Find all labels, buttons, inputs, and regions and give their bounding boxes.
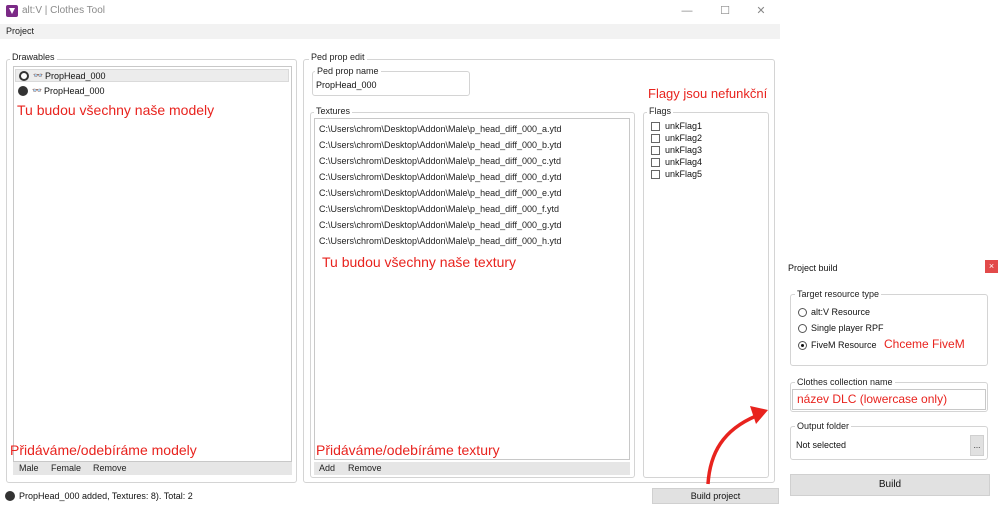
ped-prop-name-input[interactable]: PropHead_000	[316, 80, 377, 90]
textures-action-bar: Add Remove	[314, 462, 630, 475]
flag-label: unkFlag5	[665, 169, 703, 179]
radio-altv-resource[interactable]	[798, 308, 807, 317]
build-project-label: Build project	[690, 491, 741, 501]
annotation-arrow	[706, 406, 768, 485]
textures-note-top: Tu budou všechny naše textury	[322, 254, 517, 270]
remove-texture-button[interactable]: Remove	[348, 463, 382, 473]
textures-list[interactable]	[314, 118, 630, 460]
flag-checkbox[interactable]	[651, 134, 660, 143]
build-button[interactable]: Build	[790, 474, 990, 496]
female-button[interactable]: Female	[51, 463, 81, 473]
collection-name-label: Clothes collection name	[795, 377, 895, 387]
fivem-note: Chceme FiveM	[884, 337, 965, 351]
drawable-item-label: PropHead_000	[45, 71, 106, 81]
target-resource-label: Target resource type	[795, 289, 882, 299]
flag-checkbox[interactable]	[651, 170, 660, 179]
male-button[interactable]: Male	[19, 463, 39, 473]
drawables-list[interactable]	[13, 66, 292, 462]
collection-name-input[interactable]: název DLC (lowercase only)	[792, 389, 986, 410]
flags-label: Flags	[647, 106, 674, 116]
output-folder-value: Not selected	[796, 440, 847, 450]
texture-item[interactable]: C:\Users\chrom\Desktop\Addon\Male\p_head…	[319, 188, 561, 198]
flags-note: Flagy jsou nefunkční	[648, 86, 768, 101]
flag-label: unkFlag2	[665, 133, 703, 143]
flag-label: unkFlag4	[665, 157, 703, 167]
glasses-icon: 👓	[32, 86, 42, 95]
close-icon[interactable]: ✕	[742, 0, 780, 22]
drawable-item-label: PropHead_000	[44, 86, 105, 96]
drawable-item[interactable]: 👓 PropHead_000	[15, 69, 289, 82]
flag-label: unkFlag3	[665, 145, 703, 155]
drawables-note-bottom: Přidáváme/odebíráme modely	[10, 442, 197, 458]
remove-drawable-button[interactable]: Remove	[93, 463, 127, 473]
title-bar: alt:V | Clothes Tool — ☐ ✕	[0, 0, 780, 22]
build-project-button[interactable]: Build project	[652, 488, 779, 504]
collection-name-value: název DLC (lowercase only)	[797, 392, 948, 406]
texture-item[interactable]: C:\Users\chrom\Desktop\Addon\Male\p_head…	[319, 124, 561, 134]
window-title: alt:V | Clothes Tool	[22, 5, 106, 16]
female-icon	[18, 86, 28, 96]
radio-fivem-resource[interactable]	[798, 341, 807, 350]
radio-label: Single player RPF	[811, 323, 884, 333]
flag-checkbox[interactable]	[651, 158, 660, 167]
drawables-label: Drawables	[10, 52, 57, 62]
texture-item[interactable]: C:\Users\chrom\Desktop\Addon\Male\p_head…	[319, 220, 561, 230]
radio-label: FiveM Resource	[811, 340, 877, 350]
flag-checkbox[interactable]	[651, 122, 660, 131]
ped-prop-name-label: Ped prop name	[315, 66, 381, 76]
glasses-icon: 👓	[33, 71, 43, 80]
flag-label: unkFlag1	[665, 121, 703, 131]
status-text: PropHead_000 added, Textures: 8). Total:…	[19, 491, 193, 501]
minimize-icon[interactable]: —	[668, 0, 706, 22]
texture-item[interactable]: C:\Users\chrom\Desktop\Addon\Male\p_head…	[319, 140, 561, 150]
ped-prop-edit-label: Ped prop edit	[309, 52, 367, 62]
menu-bar: Project	[0, 24, 780, 39]
texture-item[interactable]: C:\Users\chrom\Desktop\Addon\Male\p_head…	[319, 156, 561, 166]
female-icon	[5, 491, 15, 501]
texture-item[interactable]: C:\Users\chrom\Desktop\Addon\Male\p_head…	[319, 236, 561, 246]
textures-note-bottom: Přidáváme/odebíráme textury	[316, 442, 500, 458]
drawables-note-top: Tu budou všechny naše modely	[17, 102, 215, 118]
dialog-close-icon[interactable]: ×	[985, 260, 998, 273]
texture-item[interactable]: C:\Users\chrom\Desktop\Addon\Male\p_head…	[319, 172, 561, 182]
output-folder-label: Output folder	[795, 421, 852, 431]
add-texture-button[interactable]: Add	[319, 463, 335, 473]
project-build-dialog: Project build × Target resource type alt…	[782, 250, 1000, 506]
maximize-icon[interactable]: ☐	[706, 0, 744, 22]
dialog-title: Project build	[788, 263, 838, 273]
radio-label: alt:V Resource	[811, 307, 871, 317]
radio-single-player-rpf[interactable]	[798, 324, 807, 333]
male-icon	[19, 71, 29, 81]
browse-button[interactable]: ...	[970, 435, 984, 456]
menu-project[interactable]: Project	[6, 26, 34, 36]
flag-checkbox[interactable]	[651, 146, 660, 155]
altv-logo-icon	[6, 5, 18, 17]
texture-item[interactable]: C:\Users\chrom\Desktop\Addon\Male\p_head…	[319, 204, 559, 214]
drawables-action-bar: Male Female Remove	[13, 462, 292, 475]
textures-label: Textures	[314, 106, 353, 116]
drawable-item[interactable]: 👓 PropHead_000	[15, 85, 289, 98]
